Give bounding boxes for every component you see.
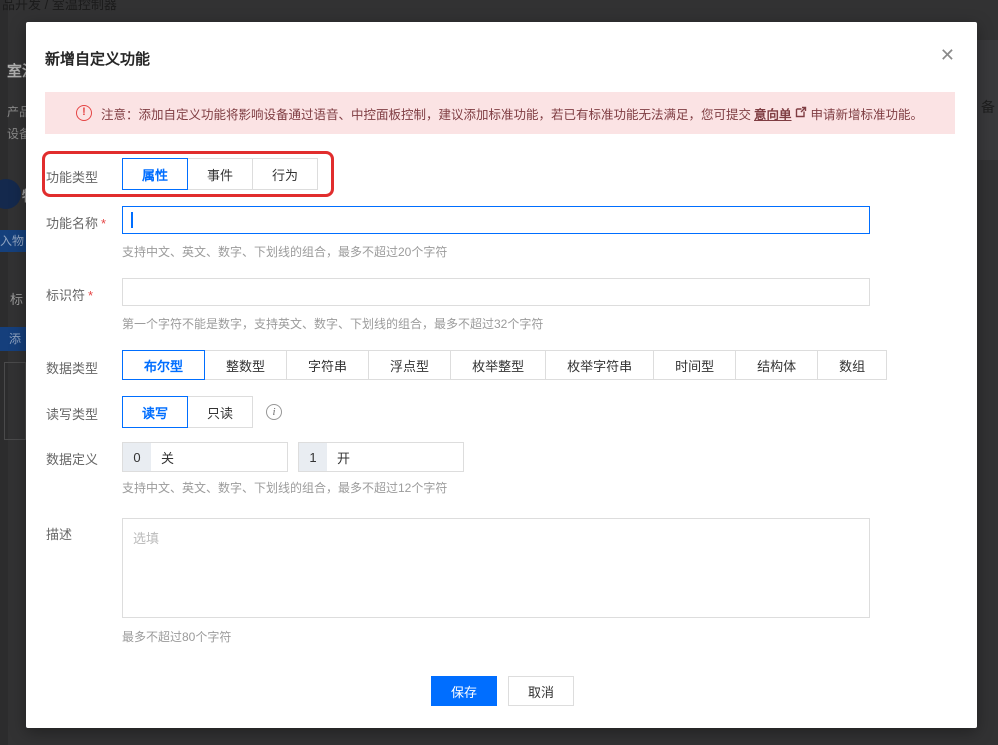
save-button[interactable]: 保存 xyxy=(431,676,497,706)
identifier-hint: 第一个字符不能是数字，支持英文、数字、下划线的组合，最多不超过32个字符 xyxy=(122,315,543,332)
rw-readwrite[interactable]: 读写 xyxy=(122,396,188,428)
function-name-label: 功能名称* xyxy=(46,213,106,232)
identifier-label-text: 标识符 xyxy=(46,288,85,303)
data-define-value-on-input[interactable] xyxy=(327,443,463,471)
text-cursor xyxy=(131,212,133,228)
rw-type-label: 读写类型 xyxy=(46,404,98,423)
tab-property[interactable]: 属性 xyxy=(122,158,188,190)
data-type-int[interactable]: 整数型 xyxy=(204,350,287,380)
close-icon[interactable]: ✕ xyxy=(940,46,955,64)
function-name-label-text: 功能名称 xyxy=(46,216,98,231)
description-label: 描述 xyxy=(46,524,72,543)
data-define-off-group: 0 xyxy=(122,442,288,472)
data-type-time[interactable]: 时间型 xyxy=(653,350,736,380)
background-add-button: 添 xyxy=(0,327,26,351)
function-name-input[interactable] xyxy=(122,206,870,234)
rw-readonly[interactable]: 只读 xyxy=(187,396,253,428)
cancel-button[interactable]: 取消 xyxy=(508,676,574,706)
external-link-icon xyxy=(795,106,807,121)
description-hint: 最多不超过80个字符 xyxy=(122,628,231,645)
function-type-selector: 属性 事件 行为 xyxy=(122,158,318,190)
background-tab-fragment: 标 xyxy=(10,289,23,308)
identifier-input[interactable] xyxy=(122,278,870,306)
data-define-on-group: 1 xyxy=(298,442,464,472)
rw-type-selector: 读写 只读 xyxy=(122,396,253,428)
notice-text-suffix: 申请新增标准功能。 xyxy=(811,104,924,123)
function-type-label: 功能类型 xyxy=(46,167,98,186)
data-define-value-off-input[interactable] xyxy=(151,443,287,471)
description-textarea[interactable] xyxy=(122,518,870,618)
data-define-hint: 支持中文、英文、数字、下划线的组合，最多不超过12个字符 xyxy=(122,479,447,496)
dialog-title: 新增自定义功能 xyxy=(45,48,150,69)
tab-event[interactable]: 事件 xyxy=(187,158,253,190)
data-define-key-0: 0 xyxy=(123,443,151,471)
data-define-key-1: 1 xyxy=(299,443,327,471)
background-table-fragment xyxy=(4,362,26,440)
data-type-array[interactable]: 数组 xyxy=(817,350,887,380)
data-type-label: 数据类型 xyxy=(46,358,98,377)
identifier-label: 标识符* xyxy=(46,285,93,304)
tab-action[interactable]: 行为 xyxy=(252,158,318,190)
intention-form-link[interactable]: 意向单 xyxy=(754,104,792,123)
background-import-button: 入物 xyxy=(0,230,26,252)
background-right-label: 备 xyxy=(981,97,995,117)
required-asterisk: * xyxy=(101,216,106,231)
required-asterisk: * xyxy=(88,288,93,303)
notice-text: 注意：添加自定义功能将影响设备通过语音、中控面板控制，建议添加标准功能，若已有标… xyxy=(101,104,751,123)
add-custom-function-dialog: 新增自定义功能 ✕ ! 注意：添加自定义功能将影响设备通过语音、中控面板控制，建… xyxy=(26,22,977,728)
breadcrumb: 品开发 / 室温控制器 xyxy=(2,0,117,13)
warning-icon: ! xyxy=(76,105,92,121)
notice-banner: ! 注意：添加自定义功能将影响设备通过语音、中控面板控制，建议添加标准功能，若已… xyxy=(45,92,955,134)
avatar xyxy=(0,179,21,209)
data-type-bool[interactable]: 布尔型 xyxy=(122,350,205,380)
data-type-enum-int[interactable]: 枚举整型 xyxy=(450,350,546,380)
data-type-selector: 布尔型 整数型 字符串 浮点型 枚举整型 枚举字符串 时间型 结构体 数组 xyxy=(122,350,887,380)
data-type-struct[interactable]: 结构体 xyxy=(735,350,818,380)
data-type-string[interactable]: 字符串 xyxy=(286,350,369,380)
data-define-label: 数据定义 xyxy=(46,449,98,468)
data-type-enum-string[interactable]: 枚举字符串 xyxy=(545,350,654,380)
info-icon[interactable]: i xyxy=(266,404,282,420)
function-name-hint: 支持中文、英文、数字、下划线的组合，最多不超过20个字符 xyxy=(122,243,447,260)
data-type-float[interactable]: 浮点型 xyxy=(368,350,451,380)
